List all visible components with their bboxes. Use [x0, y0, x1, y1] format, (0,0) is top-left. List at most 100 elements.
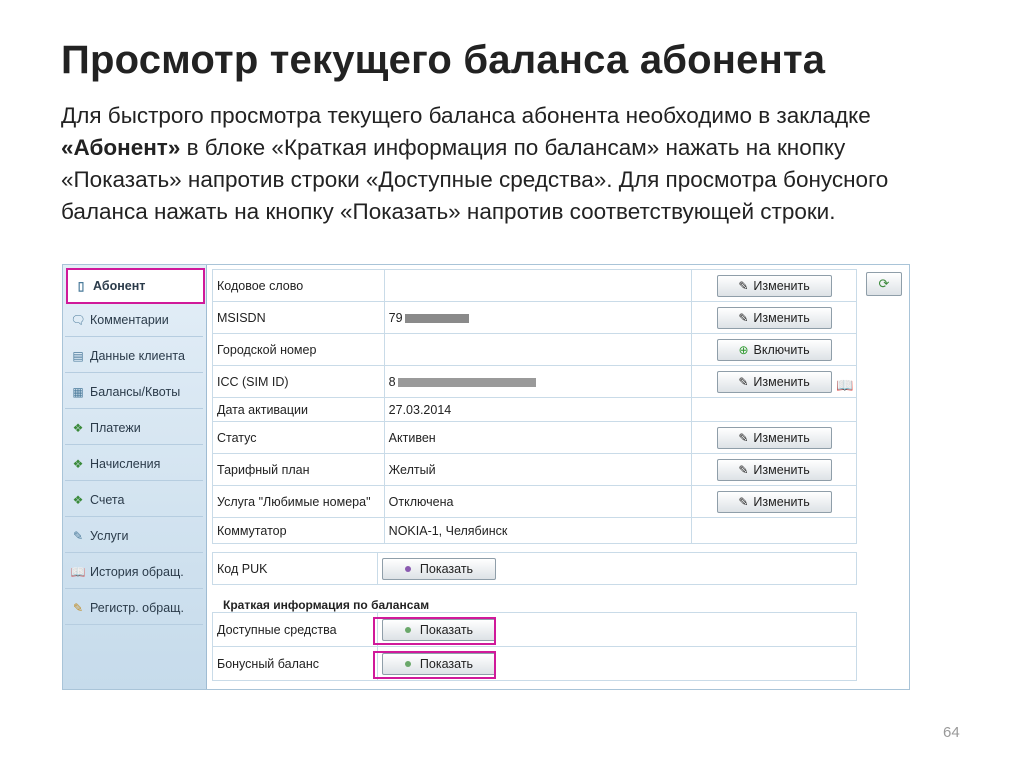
edit-icon: ✎ [738, 462, 749, 477]
table-row: ICC (SIM ID) 8 ✎ Изменить [212, 365, 857, 398]
table-row: Коммутатор NOKIA-1, Челябинск [212, 517, 857, 544]
sidebar-item-bills[interactable]: ❖ Счета [65, 483, 203, 517]
money-icon: ❖ [72, 420, 84, 435]
sidebar-item-register[interactable]: ✎ Регистр. обращ. [65, 591, 203, 625]
money-icon: ❖ [72, 492, 84, 507]
book-icon: 📖 [70, 564, 86, 579]
subscriber-panel: Кодовое слово ✎ Изменить MSISDN 79 ✎ Измен… [212, 269, 857, 585]
button-label: Изменить [753, 462, 810, 477]
row-value [383, 269, 693, 302]
sidebar-item-label: Балансы/Квоты [90, 384, 181, 399]
balances-section-title: Краткая информация по балансам [223, 598, 430, 612]
subscriber-table: Кодовое слово ✎ Изменить MSISDN 79 ✎ Измен… [212, 269, 857, 544]
row-label: ICC (SIM ID) [212, 365, 385, 398]
slide-description: Для быстрого просмотра текущего баланса … [61, 100, 961, 228]
sidebar-item-label: Услуги [90, 528, 129, 543]
table-row: Городской номер ⊕ Включить [212, 333, 857, 366]
change-icc-button[interactable]: ✎ Изменить [716, 370, 832, 393]
sidebar-item-history[interactable]: 📖 История обращ. [65, 555, 203, 589]
comments-icon: 🗨 [70, 312, 86, 327]
edit-icon: ✎ [738, 374, 749, 389]
masked-value [404, 313, 469, 323]
table-row: Дата активации 27.03.2014 [212, 397, 857, 422]
sidebar-item-label: Платежи [90, 420, 141, 435]
money-icon: ❖ [72, 456, 84, 471]
table-row: Статус Активен ✎ Изменить [212, 421, 857, 454]
row-label: Кодовое слово [212, 269, 385, 302]
button-label: Изменить [753, 374, 810, 389]
row-value: Желтый [383, 453, 693, 486]
edit-icon: ✎ [738, 310, 749, 325]
register-icon: ✎ [72, 600, 84, 615]
change-msisdn-button[interactable]: ✎ Изменить [716, 306, 832, 329]
button-label: Показать [419, 561, 474, 576]
row-label: Код PUK [212, 552, 378, 585]
row-label: Доступные средства [212, 612, 378, 647]
balances-table: Доступные средства Показать Бонусный бал… [212, 612, 857, 681]
row-label: MSISDN [212, 301, 385, 334]
available-funds-highlight [373, 617, 496, 645]
desc-text-2: в блоке «Краткая информация по балансам»… [61, 135, 889, 224]
sidebar-item-label: Комментарии [90, 312, 169, 327]
row-value [383, 333, 693, 366]
sidebar-item-services[interactable]: ✎ Услуги [65, 519, 203, 553]
row-label: Городской номер [212, 333, 385, 366]
sidebar: ▯ Абонент 🗨 Комментарии ▤ Данные клиента ▦ Б… [63, 265, 207, 689]
icc-value: 8 [388, 374, 396, 389]
table-row: Кодовое слово ✎ Изменить [212, 269, 857, 302]
row-value: NOKIA-1, Челябинск [383, 517, 693, 544]
table-row: Тарифный план Желтый ✎ Изменить [212, 453, 857, 486]
table-row: Бонусный баланс Показать [212, 646, 857, 681]
row-label: Статус [212, 421, 385, 454]
row-value: Активен [383, 421, 693, 454]
services-icon: ✎ [72, 528, 84, 543]
desc-bold: «Абонент» [61, 135, 181, 160]
button-label: Изменить [753, 494, 810, 509]
crm-screenshot: ▯ Абонент 🗨 Комментарии ▤ Данные клиента ▦ Б… [62, 264, 910, 690]
balances-panel: Доступные средства Показать Бонусный бал… [212, 612, 857, 681]
edit-icon: ✎ [738, 430, 749, 445]
sidebar-item-label: Счета [90, 492, 125, 507]
sidebar-item-subscriber[interactable]: ▯ Абонент [66, 268, 205, 304]
change-status-button[interactable]: ✎ Изменить [716, 426, 832, 449]
desc-text-1: Для быстрого просмотра текущего баланса … [61, 103, 871, 128]
sidebar-item-client-data[interactable]: ▤ Данные клиента [65, 339, 203, 373]
page-number: 64 [943, 724, 960, 741]
phone-icon: ▯ [77, 279, 85, 293]
table-row: Услуга "Любимые номера" Отключена ✎ Измен… [212, 485, 857, 518]
change-code-word-button[interactable]: ✎ Изменить [716, 274, 832, 297]
msisdn-value: 79 [388, 310, 403, 325]
sidebar-item-balances[interactable]: ▦ Балансы/Квоты [65, 375, 203, 409]
edit-icon: ✎ [738, 278, 749, 293]
refresh-icon: ⟳ [878, 276, 890, 291]
button-label: Изменить [753, 430, 810, 445]
table-row: Код PUK Показать [212, 552, 857, 585]
sidebar-item-payments[interactable]: ❖ Платежи [65, 411, 203, 445]
change-favorite-numbers-button[interactable]: ✎ Изменить [716, 490, 832, 513]
row-label: Дата активации [212, 397, 385, 422]
sidebar-item-label: Абонент [93, 279, 146, 293]
table-row: Доступные средства Показать [212, 612, 857, 647]
change-tariff-button[interactable]: ✎ Изменить [716, 458, 832, 481]
refresh-button[interactable]: ⟳ [866, 272, 902, 296]
sidebar-item-charges[interactable]: ❖ Начисления [65, 447, 203, 481]
book-icon[interactable]: 📖 [836, 377, 853, 394]
sidebar-item-label: Данные клиента [90, 348, 185, 363]
show-puk-button[interactable]: Показать [382, 557, 496, 580]
button-label: Включить [753, 342, 810, 357]
puk-table: Код PUK Показать [212, 552, 857, 585]
edit-icon: ✎ [738, 494, 749, 509]
sidebar-item-label: Регистр. обращ. [90, 600, 184, 615]
button-label: Изменить [753, 310, 810, 325]
balance-icon: ▦ [72, 384, 84, 399]
sidebar-item-label: Начисления [90, 456, 161, 471]
sidebar-item-comments[interactable]: 🗨 Комментарии [65, 303, 203, 337]
row-label: Услуга "Любимые номера" [212, 485, 385, 518]
slide-title: Просмотр текущего баланса абонента [61, 38, 826, 82]
button-label: Изменить [753, 278, 810, 293]
row-label: Бонусный баланс [212, 646, 378, 681]
id-card-icon: ▤ [72, 348, 84, 363]
bonus-balance-highlight [373, 651, 496, 679]
enable-city-number-button[interactable]: ⊕ Включить [716, 338, 832, 361]
row-label: Коммутатор [212, 517, 385, 544]
